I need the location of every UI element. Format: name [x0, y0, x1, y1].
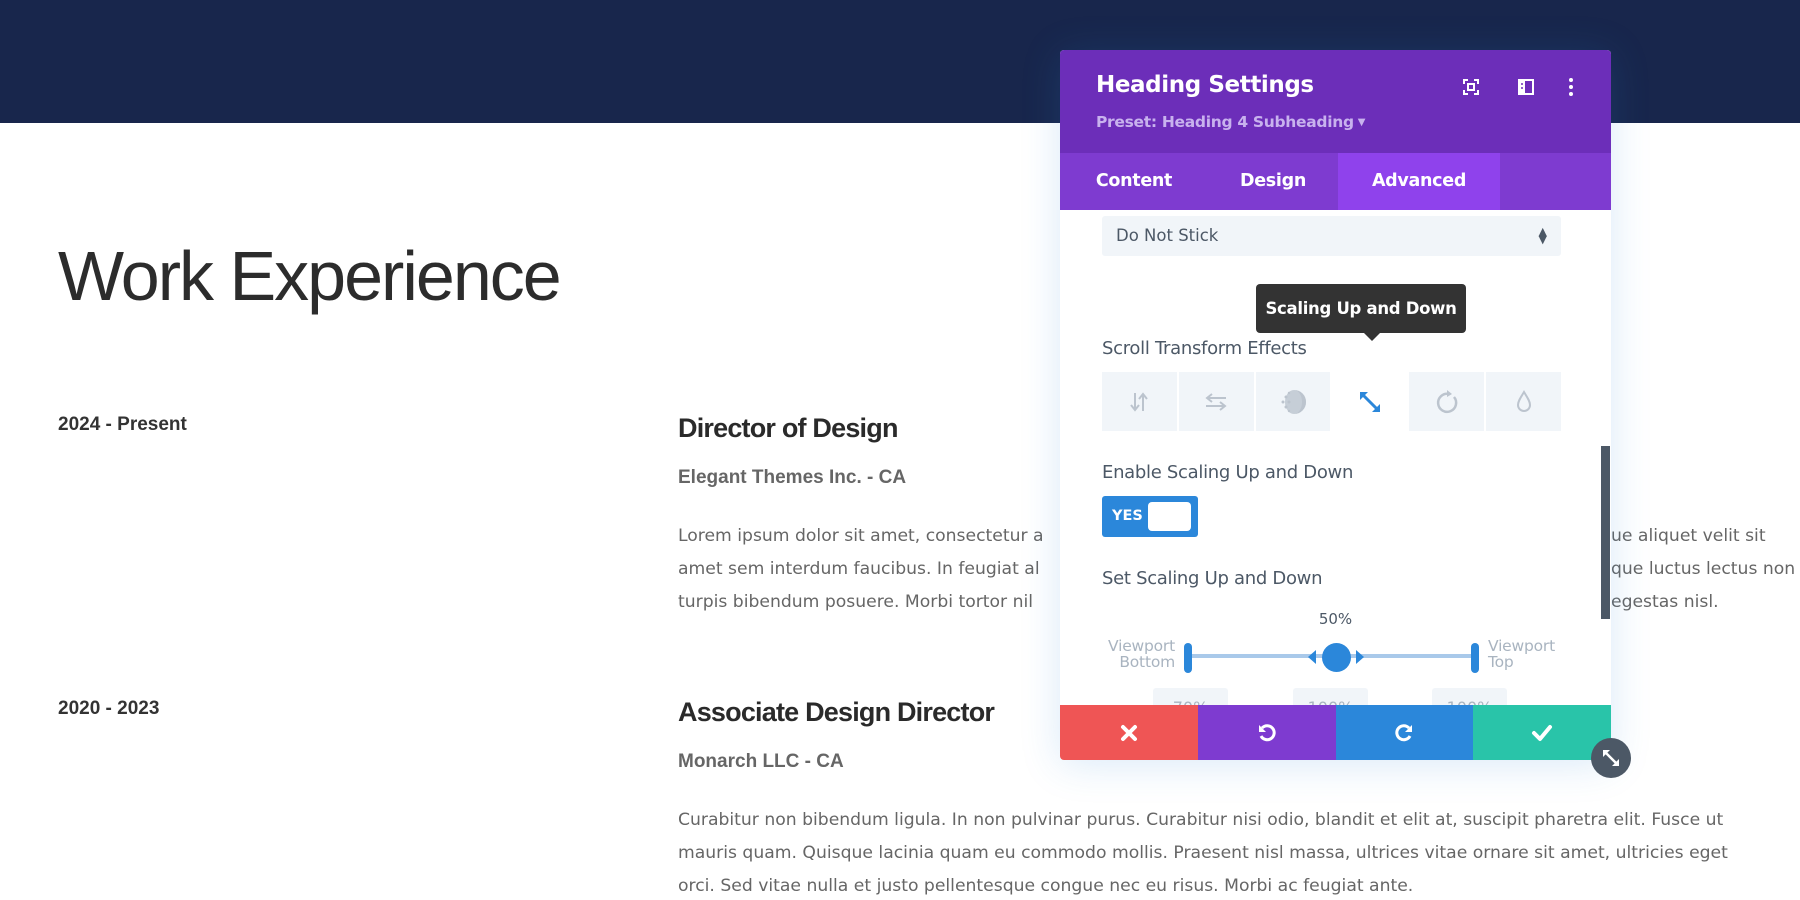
scroll-effects-group [1102, 372, 1561, 431]
modal-title: Heading Settings [1096, 72, 1314, 98]
toggle-knob [1148, 502, 1191, 531]
description-line: egestas nisl. [1611, 592, 1719, 612]
mid-handle[interactable] [1322, 643, 1351, 672]
job-title: Director of Design [678, 413, 898, 443]
viewport-top-label: Viewport Top [1488, 637, 1555, 671]
effect-blur[interactable] [1486, 372, 1561, 431]
preset-label: Preset: Heading 4 Subheading [1096, 113, 1354, 131]
toggle-yes-label: YES [1112, 508, 1143, 524]
select-arrows-icon: ▲ ▼ [1538, 225, 1547, 246]
set-scaling-label: Set Scaling Up and Down [1102, 568, 1323, 589]
job-dates: 2020 - 2023 [58, 698, 160, 719]
modal-scrollbar[interactable] [1601, 446, 1610, 619]
mid-handle-right-arrow [1356, 650, 1364, 664]
job-company: Monarch LLC - CA [678, 751, 844, 772]
select-value: Do Not Stick [1116, 226, 1219, 245]
effect-rotate[interactable] [1409, 372, 1485, 431]
preset-dropdown[interactable]: Preset: Heading 4 Subheading ▼ [1096, 113, 1365, 131]
page-title: Work Experience [58, 237, 562, 315]
check-icon [1532, 724, 1553, 741]
description-line: Curabitur non bibendum ligula. In non pu… [678, 810, 1724, 830]
undo-button[interactable] [1197, 705, 1336, 760]
tab-design[interactable]: Design [1208, 153, 1338, 210]
modal-footer [1060, 705, 1611, 760]
sidebar-layout-icon[interactable] [1515, 76, 1537, 98]
heading-settings-modal: Heading Settings Preset: Heading 4 Subhe… [1060, 50, 1611, 760]
job-description: Curabitur non bibendum ligula. In non pu… [678, 804, 1800, 900]
modal-header[interactable]: Heading Settings Preset: Heading 4 Subhe… [1060, 50, 1611, 153]
cancel-button[interactable] [1060, 705, 1198, 760]
modal-resize-handle[interactable] [1591, 738, 1631, 778]
scroll-effects-label: Scroll Transform Effects [1102, 338, 1307, 359]
focus-icon[interactable] [1460, 76, 1482, 98]
description-line: que luctus lectus non [1611, 559, 1796, 579]
close-icon [1120, 724, 1137, 741]
description-line: orci. Sed vitae nulla et justo pellentes… [678, 876, 1414, 896]
effect-scale[interactable] [1332, 372, 1408, 431]
effect-vertical-motion[interactable] [1102, 372, 1177, 431]
effect-tooltip: Scaling Up and Down [1256, 284, 1466, 341]
job-company: Elegant Themes Inc. - CA [678, 467, 907, 488]
tab-advanced[interactable]: Advanced [1338, 153, 1500, 210]
job-title: Associate Design Director [678, 697, 995, 727]
enable-scaling-label: Enable Scaling Up and Down [1102, 462, 1354, 483]
mid-position-value: 50% [1318, 610, 1353, 628]
fade-icon [1281, 389, 1307, 414]
description-line: ue aliquet velit sit [1611, 526, 1766, 546]
effect-horizontal-motion[interactable] [1178, 372, 1254, 431]
settings-tabs: Content Design Advanced [1060, 153, 1611, 210]
horizontal-motion-icon [1205, 392, 1227, 411]
settings-body: Do Not Stick ▲ ▼ Scroll Transform Effects [1060, 210, 1611, 755]
undo-icon [1258, 723, 1276, 741]
job-dates: 2024 - Present [58, 414, 187, 435]
effect-fade[interactable] [1255, 372, 1331, 431]
sticky-position-select[interactable]: Do Not Stick ▲ ▼ [1102, 216, 1561, 256]
redo-icon [1395, 723, 1413, 741]
more-vertical-icon[interactable] [1560, 76, 1582, 98]
viewport-bottom-label: Viewport Bottom [1108, 637, 1175, 671]
rotate-icon [1436, 389, 1458, 413]
save-button[interactable] [1473, 705, 1611, 760]
description-line: mauris quam. Quisque lacinia quam eu com… [678, 843, 1728, 863]
scale-icon [1359, 391, 1380, 412]
vertical-motion-icon [1130, 391, 1149, 412]
caret-down-icon: ▼ [1357, 117, 1366, 128]
tab-content[interactable]: Content [1060, 153, 1208, 210]
job-description-right: ue aliquet velit sit que luctus lectus n… [1611, 520, 1800, 619]
end-handle[interactable] [1471, 643, 1479, 673]
enable-scaling-toggle[interactable]: YES [1102, 496, 1198, 537]
redo-button[interactable] [1335, 705, 1474, 760]
mid-handle-left-arrow [1308, 650, 1316, 664]
resize-icon [1603, 750, 1619, 766]
blur-icon [1516, 389, 1531, 412]
start-handle[interactable] [1184, 643, 1192, 673]
